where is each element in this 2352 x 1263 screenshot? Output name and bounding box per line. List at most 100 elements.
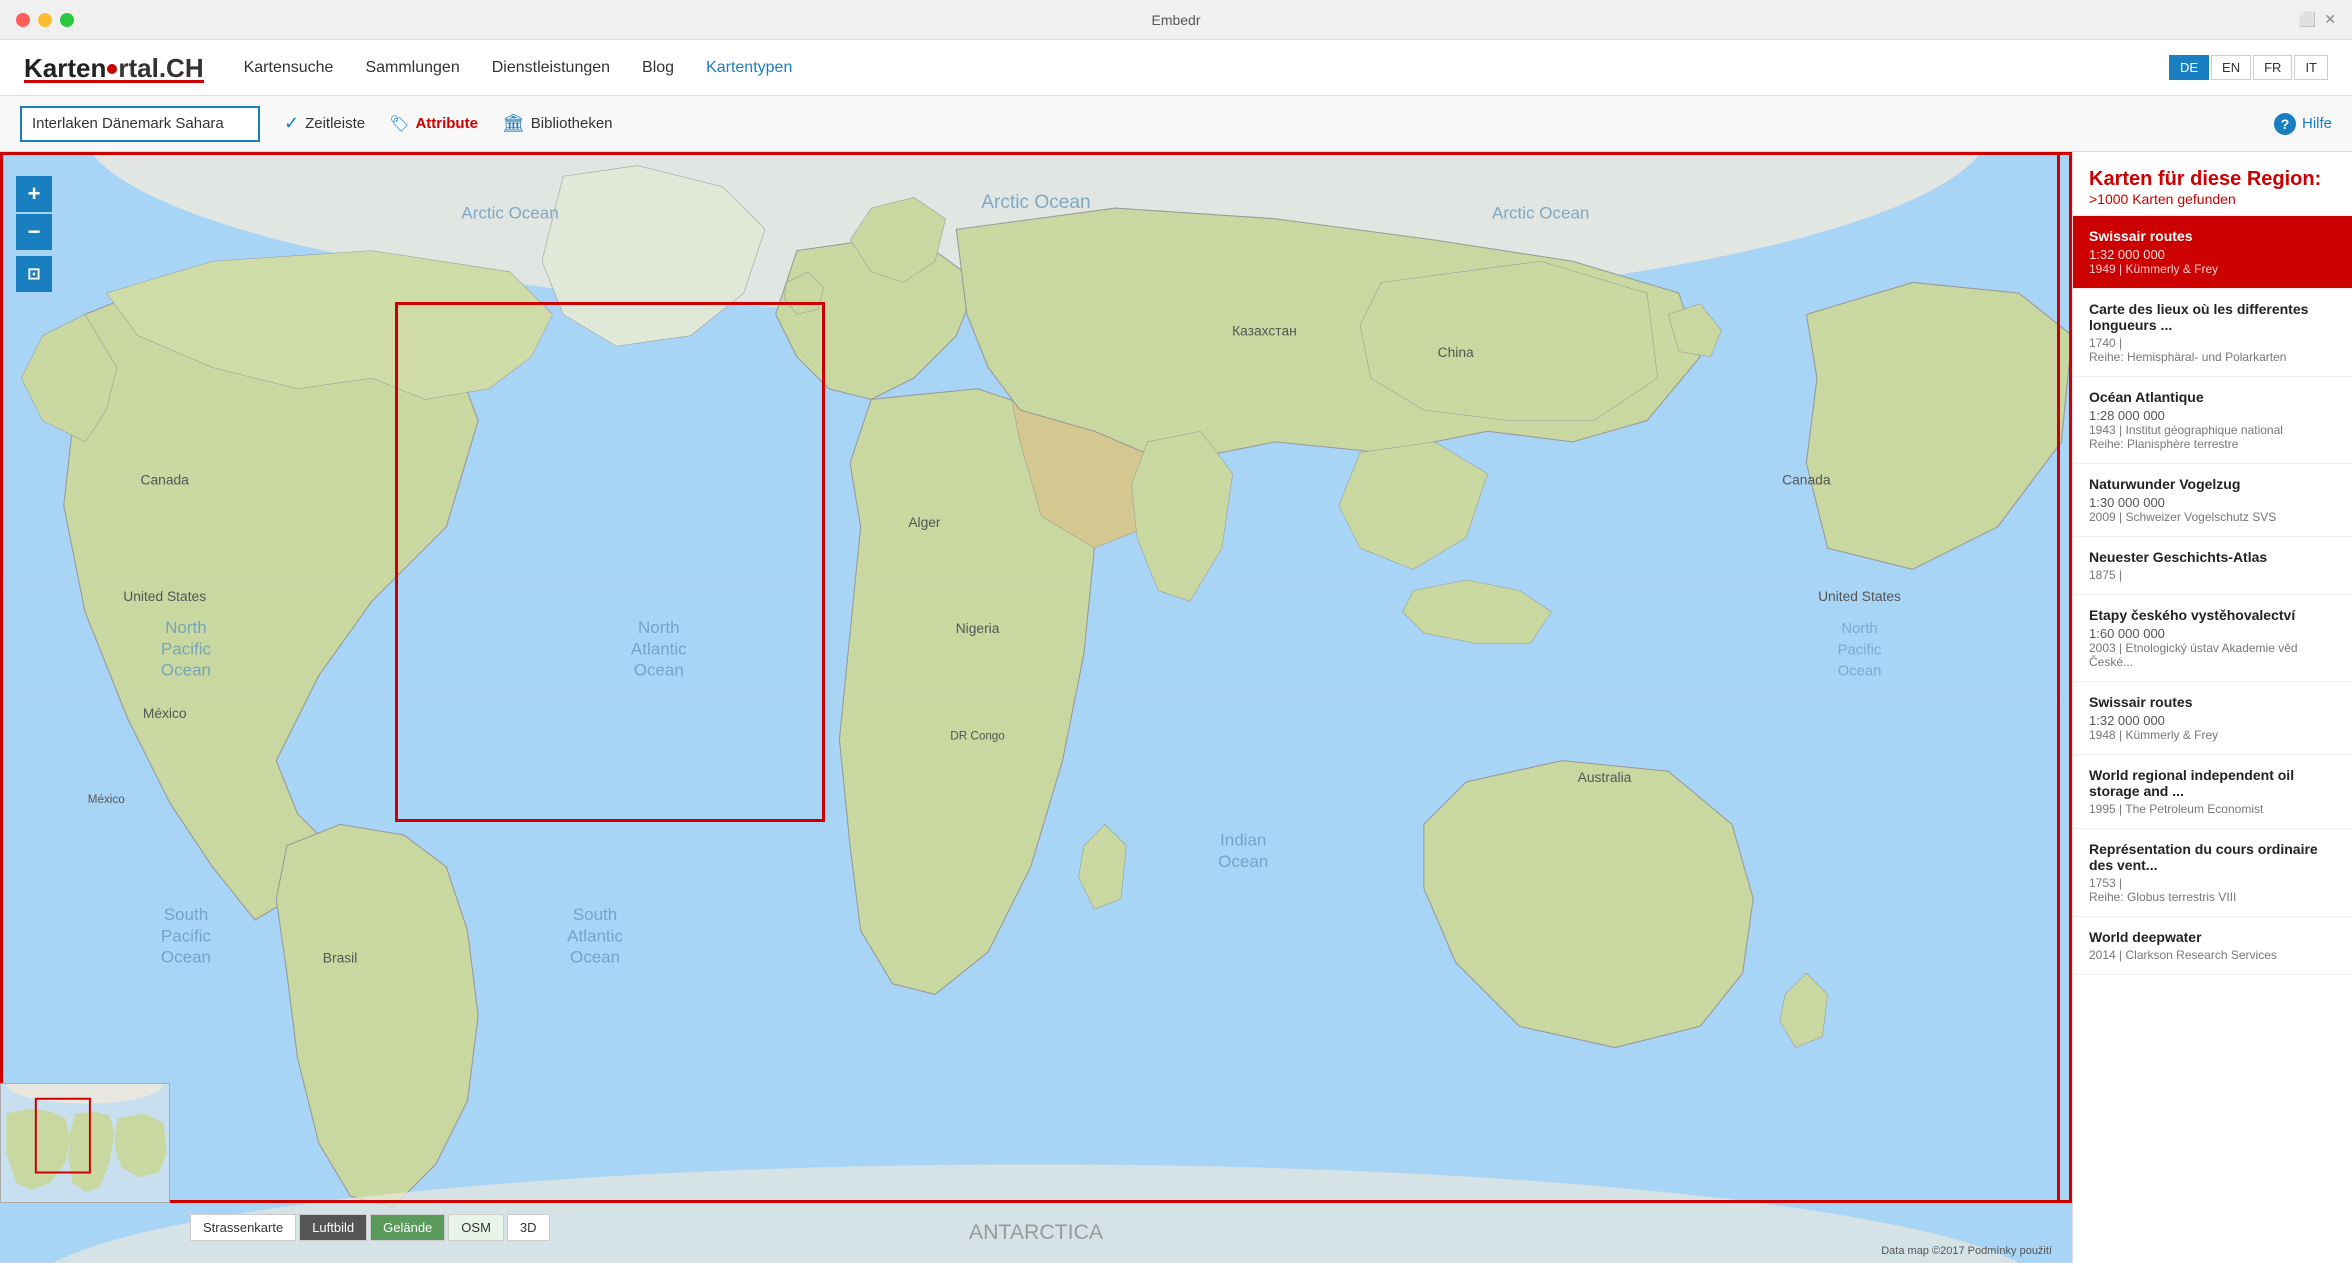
svg-text:Atlantic: Atlantic xyxy=(631,639,687,658)
map-result-item-3[interactable]: Naturwunder Vogelzug 1:30 000 000 2009 |… xyxy=(2073,464,2352,537)
map-attribution: Data map ©2017 Podmínky použití xyxy=(1881,1245,2052,1257)
world-map: North Pacific Ocean South Pacific Ocean … xyxy=(0,152,2072,1263)
svg-text:Arctic Ocean: Arctic Ocean xyxy=(981,192,1090,213)
map-item-meta-8: 1753 | xyxy=(2089,876,2336,890)
minimize-button[interactable] xyxy=(38,13,52,27)
map-item-meta-6: 1948 | Kümmerly & Frey xyxy=(2089,728,2336,742)
svg-text:North: North xyxy=(638,618,680,637)
3d-button[interactable]: 3D xyxy=(507,1214,550,1241)
svg-text:Arctic Ocean: Arctic Ocean xyxy=(461,204,558,223)
svg-text:Indian: Indian xyxy=(1220,831,1266,850)
map-result-item-5[interactable]: Etapy českého vystěhovalectví 1:60 000 0… xyxy=(2073,595,2352,682)
navbar: Kartenrtal.CH Kartensuche Sammlungen Die… xyxy=(0,40,2352,96)
svg-text:China: China xyxy=(1438,344,1474,360)
bookmark-button[interactable]: ⊡ xyxy=(16,256,52,292)
map-item-title-3: Naturwunder Vogelzug xyxy=(2089,476,2336,492)
library-icon: 🏛 xyxy=(502,113,525,134)
zoom-in-button[interactable]: + xyxy=(16,176,52,212)
attribute-button[interactable]: 🏷 Attribute xyxy=(389,114,478,134)
nav-sammlungen[interactable]: Sammlungen xyxy=(365,59,459,77)
window-controls xyxy=(16,13,74,27)
svg-text:Canada: Canada xyxy=(1782,471,1831,487)
map-result-item-6[interactable]: Swissair routes 1:32 000 000 1948 | Kümm… xyxy=(2073,682,2352,755)
svg-text:Alger: Alger xyxy=(908,514,941,530)
map-item-scale-0: 1:32 000 000 xyxy=(2089,247,2336,262)
nav-links: Kartensuche Sammlungen Dienstleistungen … xyxy=(244,59,2169,77)
map-result-item-9[interactable]: World deepwater 2014 | Clarkson Research… xyxy=(2073,917,2352,975)
map-result-item-7[interactable]: World regional independent oil storage a… xyxy=(2073,755,2352,829)
lang-de[interactable]: DE xyxy=(2169,55,2209,80)
map-item-meta-3: 2009 | Schweizer Vogelschutz SVS xyxy=(2089,510,2336,524)
map-item-scale-2: 1:28 000 000 xyxy=(2089,408,2336,423)
map-result-item-2[interactable]: Océan Atlantique 1:28 000 000 1943 | Ins… xyxy=(2073,377,2352,464)
nav-kartensuche[interactable]: Kartensuche xyxy=(244,59,334,77)
help-icon: ? xyxy=(2274,113,2296,135)
map-item-title-9: World deepwater xyxy=(2089,929,2336,945)
titlebar: Embedr ⬜ ✕ xyxy=(0,0,2352,40)
logo-ch: .CH xyxy=(159,53,204,83)
map-item-title-8: Représentation du cours ordinaire des ve… xyxy=(2089,841,2336,873)
map-controls: + − ⊡ xyxy=(16,176,52,292)
map-item-title-6: Swissair routes xyxy=(2089,694,2336,710)
svg-text:United States: United States xyxy=(123,588,206,604)
logo-rtal: rtal xyxy=(118,53,158,83)
svg-text:Atlantic: Atlantic xyxy=(567,926,623,945)
bibliotheken-button[interactable]: 🏛 Bibliotheken xyxy=(502,113,613,134)
map-item-meta-1: 1740 | xyxy=(2089,336,2336,350)
side-panel: Karten für diese Region: >1000 Karten ge… xyxy=(2072,152,2352,1263)
language-switcher: DE EN FR IT xyxy=(2169,55,2328,80)
map-item-title-5: Etapy českého vystěhovalectví xyxy=(2089,607,2336,623)
close-button[interactable] xyxy=(16,13,30,27)
side-panel-header: Karten für diese Region: >1000 Karten ge… xyxy=(2073,152,2352,216)
map-item-meta-7: 1995 | The Petroleum Economist xyxy=(2089,802,2336,816)
svg-text:México: México xyxy=(88,793,125,806)
lang-it[interactable]: IT xyxy=(2294,55,2328,80)
svg-text:Ocean: Ocean xyxy=(634,661,684,680)
nav-dienstleistungen[interactable]: Dienstleistungen xyxy=(492,59,610,77)
map-result-item-8[interactable]: Représentation du cours ordinaire des ve… xyxy=(2073,829,2352,917)
svg-text:Australia: Australia xyxy=(1578,769,1632,785)
nav-kartentypen[interactable]: Kartentypen xyxy=(706,59,792,77)
osm-button[interactable]: OSM xyxy=(448,1214,504,1241)
svg-text:Canada: Canada xyxy=(141,471,190,487)
main-area: North Pacific Ocean South Pacific Ocean … xyxy=(0,152,2352,1263)
maximize-button[interactable] xyxy=(60,13,74,27)
close-icon[interactable]: ✕ xyxy=(2324,11,2336,28)
map-result-item-1[interactable]: Carte des lieux où les differentes longu… xyxy=(2073,289,2352,377)
zoom-out-button[interactable]: − xyxy=(16,214,52,250)
map-item-reihe-8: Reihe: Globus terrestris VIII xyxy=(2089,890,2336,904)
map-item-title-2: Océan Atlantique xyxy=(2089,389,2336,405)
square-icon[interactable]: ⬜ xyxy=(2299,11,2316,28)
logo[interactable]: Kartenrtal.CH xyxy=(24,53,204,83)
help-button[interactable]: ? Hilfe xyxy=(2274,113,2332,135)
nav-blog[interactable]: Blog xyxy=(642,59,674,77)
svg-text:Ocean: Ocean xyxy=(1218,852,1268,871)
lang-fr[interactable]: FR xyxy=(2253,55,2292,80)
svg-text:Brasil: Brasil xyxy=(323,950,358,966)
svg-text:Pacific: Pacific xyxy=(161,926,212,945)
map-item-scale-5: 1:60 000 000 xyxy=(2089,626,2336,641)
window-action-controls: ⬜ ✕ xyxy=(2299,11,2336,28)
map-item-meta-9: 2014 | Clarkson Research Services xyxy=(2089,948,2336,962)
map-result-item-4[interactable]: Neuester Geschichts-Atlas 1875 | xyxy=(2073,537,2352,595)
luftbild-button[interactable]: Luftbild xyxy=(299,1214,367,1241)
svg-text:Nigeria: Nigeria xyxy=(956,620,1000,636)
svg-text:Ocean: Ocean xyxy=(570,948,620,967)
map-item-scale-3: 1:30 000 000 xyxy=(2089,495,2336,510)
map-item-title-4: Neuester Geschichts-Atlas xyxy=(2089,549,2336,565)
map-item-meta-2: 1943 | Institut géographique national xyxy=(2089,423,2336,437)
strassenkarte-button[interactable]: Strassenkarte xyxy=(190,1214,296,1241)
svg-text:ANTARCTICA: ANTARCTICA xyxy=(969,1220,1104,1244)
zeitleiste-button[interactable]: ✓ Zeitleiste xyxy=(284,113,365,134)
attribute-label: Attribute xyxy=(415,115,478,132)
search-input[interactable] xyxy=(20,106,260,142)
gelande-button[interactable]: Gelände xyxy=(370,1214,445,1241)
map-result-item-0[interactable]: Swissair routes 1:32 000 000 1949 | Kümm… xyxy=(2073,216,2352,289)
tag-icon: 🏷 xyxy=(389,114,409,134)
toolbar: ✓ Zeitleiste 🏷 Attribute 🏛 Bibliotheken … xyxy=(0,96,2352,152)
svg-text:México: México xyxy=(143,705,187,721)
lang-en[interactable]: EN xyxy=(2211,55,2251,80)
svg-text:Pacific: Pacific xyxy=(161,639,212,658)
svg-text:Ocean: Ocean xyxy=(1838,664,1882,680)
map-area[interactable]: North Pacific Ocean South Pacific Ocean … xyxy=(0,152,2072,1263)
